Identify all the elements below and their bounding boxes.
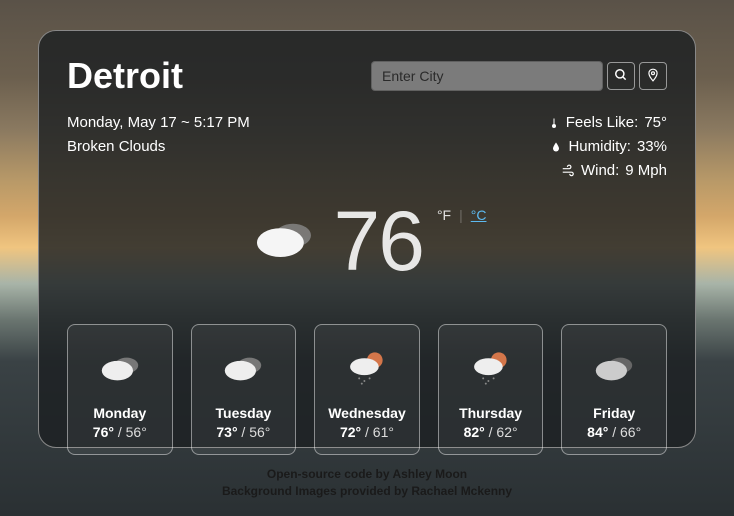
footer-credit-2: Background Images provided by Rachael Mc… (0, 483, 734, 500)
unit-toggle: °F | °C (437, 207, 487, 223)
wind-icon (561, 164, 575, 178)
search-bar (371, 61, 667, 91)
forecast-day: Tuesday 73° / 56° (191, 324, 297, 455)
city-input[interactable] (371, 61, 603, 91)
current-temp: 76 (334, 193, 423, 290)
header-row: Detroit (67, 55, 667, 97)
forecast-day: Monday 76° / 56° (67, 324, 173, 455)
forecast-day: Friday 84° / 66° (561, 324, 667, 455)
day-name: Friday (568, 405, 660, 421)
unit-celsius[interactable]: °C (471, 207, 487, 223)
day-name: Wednesday (321, 405, 413, 421)
day-temps: 82° / 62° (445, 424, 537, 440)
wind: Wind: 9 Mph (548, 159, 667, 183)
location-pin-icon (646, 68, 660, 85)
forecast-day: Wednesday 72° / 61° (314, 324, 420, 455)
day-temps: 84° / 66° (568, 424, 660, 440)
weather-card: Detroit Monday, May 17 ~ 5:17 PM Broken … (38, 30, 696, 448)
page-footer: Open-source code by Ashley Moon Backgrou… (0, 466, 734, 500)
broken-clouds-icon (198, 343, 290, 393)
current-weather: 76 °F | °C (67, 193, 667, 290)
thermometer-icon (548, 116, 560, 130)
location-button[interactable] (639, 62, 667, 90)
datetime: Monday, May 17 ~ 5:17 PM (67, 111, 250, 135)
unit-fahrenheit[interactable]: °F (437, 207, 451, 223)
forecast-day: Thursday 82° / 62° (438, 324, 544, 455)
sun-rain-icon (445, 343, 537, 393)
city-name: Detroit (67, 55, 183, 97)
sun-rain-icon (321, 343, 413, 393)
day-temps: 76° / 56° (74, 424, 166, 440)
day-temps: 72° / 61° (321, 424, 413, 440)
search-icon (614, 68, 628, 85)
droplet-icon (550, 140, 562, 154)
feels-like: Feels Like: 75° (548, 111, 667, 135)
day-temps: 73° / 56° (198, 424, 290, 440)
humidity: Humidity: 33% (548, 135, 667, 159)
day-name: Monday (74, 405, 166, 421)
left-info: Monday, May 17 ~ 5:17 PM Broken Clouds (67, 111, 250, 183)
broken-clouds-icon (74, 343, 166, 393)
footer-credit-1: Open-source code by Ashley Moon (0, 466, 734, 483)
day-name: Thursday (445, 405, 537, 421)
info-row: Monday, May 17 ~ 5:17 PM Broken Clouds F… (67, 111, 667, 183)
day-name: Tuesday (198, 405, 290, 421)
overcast-icon (568, 343, 660, 393)
right-info: Feels Like: 75° Humidity: 33% Wind: 9 Mp… (548, 111, 667, 183)
condition: Broken Clouds (67, 135, 250, 159)
forecast-row: Monday 76° / 56° Tuesday 73° / 56° Wedne… (67, 324, 667, 455)
broken-clouds-icon (248, 210, 320, 273)
search-button[interactable] (607, 62, 635, 90)
